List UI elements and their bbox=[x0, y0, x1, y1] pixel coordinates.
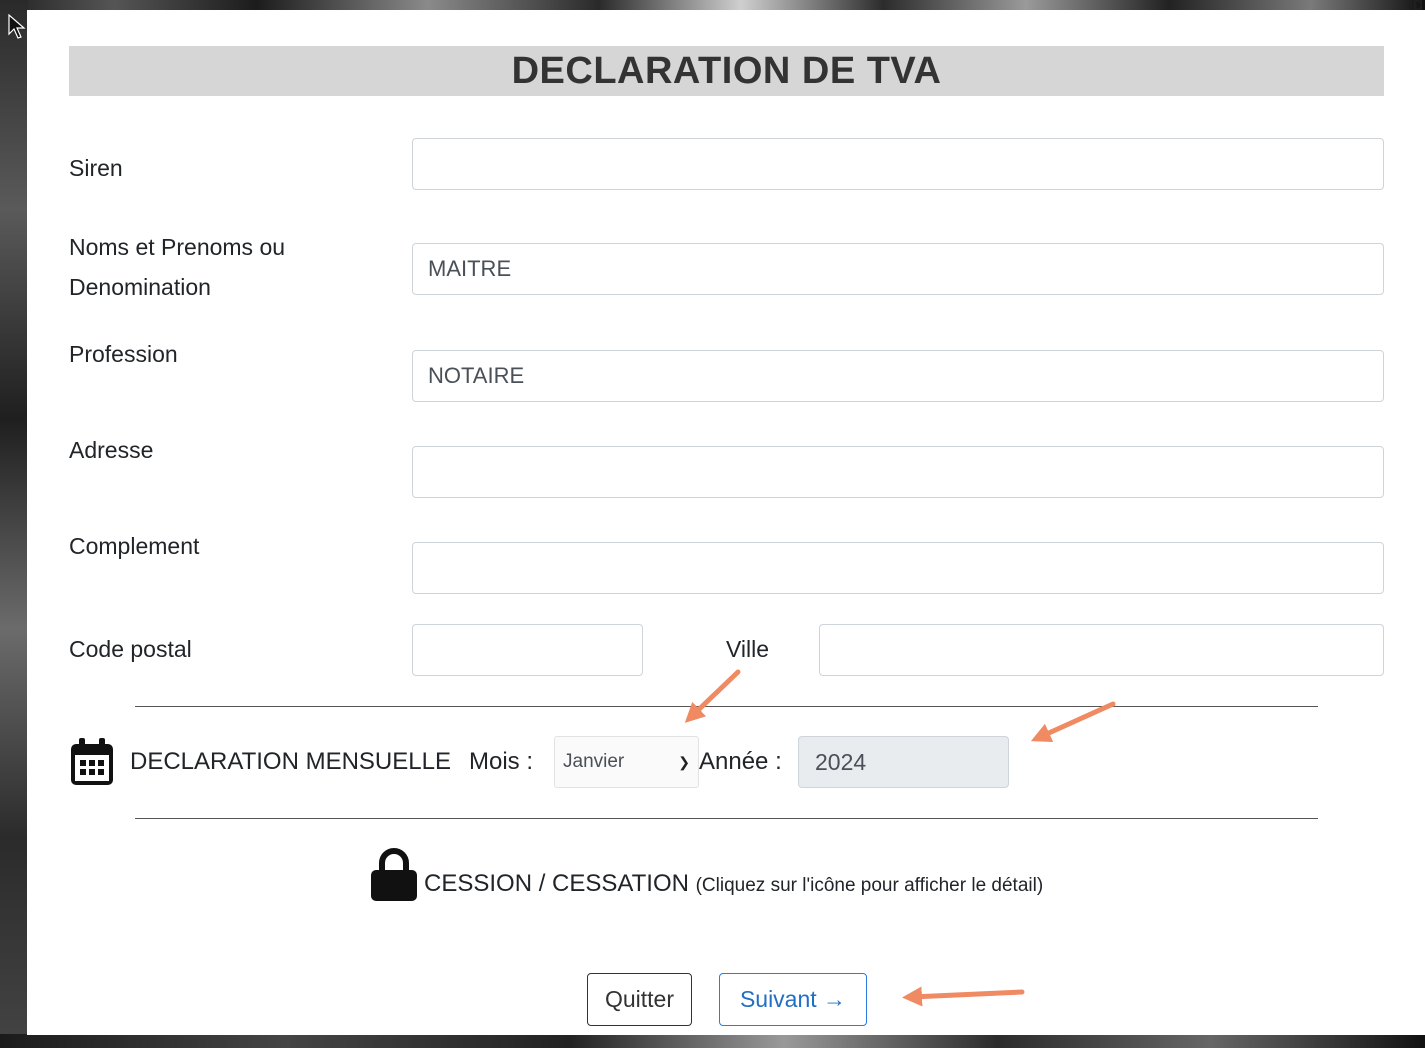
nom-input[interactable]: MAITRE bbox=[412, 243, 1384, 295]
siren-input[interactable] bbox=[412, 138, 1384, 190]
divider-top bbox=[135, 706, 1318, 707]
cession-text: CESSION / CESSATION (Cliquez sur l'icône… bbox=[424, 864, 1043, 906]
calendar-icon bbox=[71, 738, 113, 785]
next-button[interactable]: Suivant → bbox=[719, 973, 867, 1026]
ville-input[interactable] bbox=[819, 624, 1384, 676]
mois-label: Mois : bbox=[469, 748, 534, 775]
complement-input[interactable] bbox=[412, 542, 1384, 594]
divider-bottom bbox=[135, 818, 1318, 819]
background-bottom bbox=[0, 1034, 1425, 1048]
mois-selected-value: Janvier bbox=[563, 751, 625, 772]
quit-button[interactable]: Quitter bbox=[587, 973, 692, 1026]
code-postal-label: Code postal bbox=[69, 636, 192, 662]
adresse-input[interactable] bbox=[412, 446, 1384, 498]
siren-label: Siren bbox=[69, 155, 123, 181]
tva-declaration-modal: DECLARATION DE TVA Siren Noms et Prenoms… bbox=[27, 10, 1425, 1035]
complement-label: Complement bbox=[69, 533, 200, 559]
annee-input[interactable]: 2024 bbox=[798, 736, 1009, 788]
annee-label: Année : bbox=[699, 748, 782, 775]
lock-icon[interactable] bbox=[370, 848, 418, 902]
form-title: DECLARATION DE TVA bbox=[69, 46, 1384, 96]
chevron-down-icon: ❯ bbox=[678, 754, 690, 770]
mois-select[interactable]: Janvier ❯ bbox=[554, 736, 699, 788]
nom-label-line1: Noms et Prenoms ou bbox=[69, 234, 286, 260]
profession-label: Profession bbox=[69, 341, 178, 367]
code-postal-input[interactable] bbox=[412, 624, 643, 676]
mouse-pointer-icon bbox=[8, 14, 26, 39]
quit-button-label: Quitter bbox=[604, 986, 675, 1012]
adresse-label: Adresse bbox=[69, 437, 154, 463]
next-button-label: Suivant bbox=[739, 986, 817, 1012]
profession-input[interactable]: NOTAIRE bbox=[412, 350, 1384, 402]
background-left bbox=[0, 0, 28, 1048]
cession-hint: (Cliquez sur l'icône pour afficher le dé… bbox=[695, 875, 1044, 896]
declaration-mensuelle-label: DECLARATION MENSUELLE bbox=[130, 748, 451, 775]
ville-label: Ville bbox=[726, 636, 770, 662]
nom-label-line2: Denomination bbox=[69, 274, 211, 300]
cession-label: CESSION / CESSATION bbox=[424, 870, 689, 897]
arrow-right-icon: → bbox=[823, 986, 847, 1012]
